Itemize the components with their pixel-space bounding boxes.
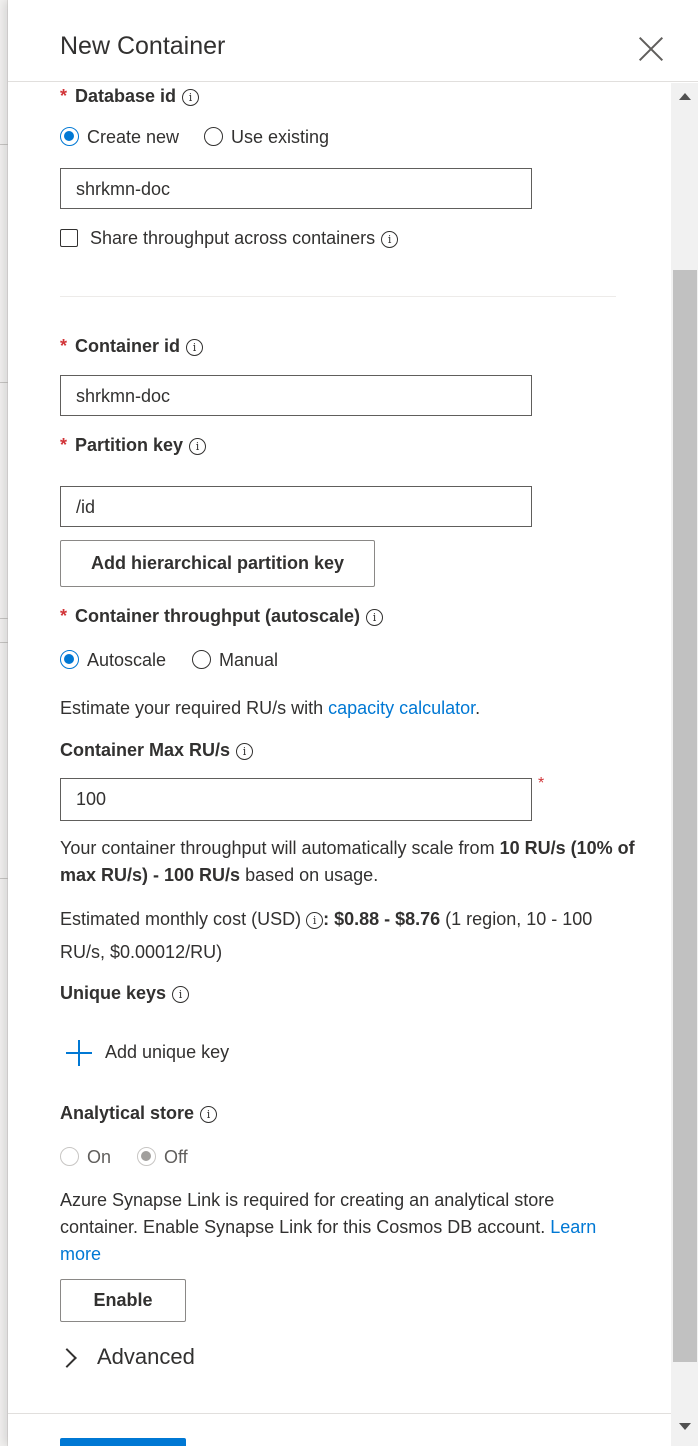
radio-label: Create new: [87, 127, 180, 147]
required-mark: *: [60, 606, 68, 626]
analytical-option-off[interactable]: Off: [137, 1147, 188, 1168]
advanced-toggle[interactable]: Advanced: [97, 1344, 195, 1370]
required-mark: *: [538, 775, 545, 792]
analytical-option-on[interactable]: On: [60, 1147, 111, 1168]
container-throughput-label: * Container throughput (autoscale) i: [60, 606, 384, 627]
container-id-input[interactable]: shrkmn-doc: [60, 375, 532, 416]
ok-button[interactable]: [60, 1438, 186, 1446]
unique-keys-label: Unique keys i: [60, 983, 190, 1004]
radio-checked-icon[interactable]: [137, 1147, 156, 1166]
info-icon[interactable]: i: [200, 1106, 218, 1123]
radio-label: On: [87, 1147, 112, 1167]
close-icon[interactable]: [638, 36, 664, 62]
database-id-text: Database id: [75, 86, 177, 106]
database-option-use-existing[interactable]: Use existing: [204, 127, 329, 148]
radio-checked-icon[interactable]: [60, 127, 79, 146]
add-unique-key-button[interactable]: Add unique key: [105, 1042, 229, 1063]
scrollbar-thumb[interactable]: [673, 270, 697, 1362]
info-icon[interactable]: i: [306, 912, 324, 929]
add-icon[interactable]: [66, 1040, 92, 1066]
radio-label: Off: [164, 1147, 188, 1167]
new-container-panel: New Container * Database id i Create new U…: [8, 0, 698, 1446]
scroll-down-icon[interactable]: [679, 1423, 691, 1430]
autoscale-description: Your container throughput will automatic…: [60, 838, 635, 885]
radio-icon[interactable]: [192, 650, 211, 669]
throughput-option-manual[interactable]: Manual: [192, 650, 278, 671]
info-icon[interactable]: i: [366, 609, 384, 626]
add-hierarchical-partition-key-button[interactable]: Add hierarchical partition key: [60, 540, 375, 587]
estimated-cost-text: Estimated monthly cost (USD) i: $0.88 - …: [60, 909, 593, 962]
database-id-label: * Database id i: [60, 86, 200, 107]
info-icon[interactable]: i: [381, 231, 399, 248]
checkbox-icon[interactable]: [60, 229, 78, 247]
capacity-calculator-link[interactable]: capacity calculator: [328, 698, 475, 718]
radio-icon[interactable]: [204, 127, 223, 146]
partition-key-label: * Partition key i: [60, 435, 207, 456]
max-rus-input[interactable]: 100: [60, 778, 532, 821]
container-throughput-text: Container throughput (autoscale): [75, 606, 361, 626]
container-max-rus-text: Container Max RU/s: [60, 740, 231, 760]
analytical-store-text: Analytical store: [60, 1103, 195, 1123]
partition-key-input[interactable]: /id: [60, 486, 532, 527]
estimate-text: Estimate your required RU/s with capacit…: [60, 698, 481, 718]
analytical-store-label: Analytical store i: [60, 1103, 218, 1124]
container-id-text: Container id: [75, 336, 181, 356]
scrollbar[interactable]: [671, 83, 698, 1446]
container-max-rus-label: Container Max RU/s i: [60, 740, 254, 761]
info-icon[interactable]: i: [189, 438, 207, 455]
panel-footer: [8, 1413, 671, 1446]
radio-label: Use existing: [231, 127, 330, 147]
synapse-link-notice: Azure Synapse Link is required for creat…: [60, 1190, 597, 1264]
radio-icon[interactable]: [60, 1147, 79, 1166]
panel-title: New Container: [60, 32, 226, 60]
scroll-up-icon[interactable]: [679, 93, 691, 100]
database-id-input[interactable]: shrkmn-doc: [60, 168, 532, 209]
info-icon[interactable]: i: [186, 339, 204, 356]
chevron-right-icon[interactable]: [57, 1348, 77, 1368]
info-icon[interactable]: i: [182, 89, 200, 106]
info-icon[interactable]: i: [236, 743, 254, 760]
section-divider: [60, 296, 616, 297]
info-icon[interactable]: i: [172, 986, 190, 1003]
checkbox-label: Share throughput across containers: [90, 228, 376, 248]
throughput-option-autoscale[interactable]: Autoscale: [60, 650, 166, 671]
panel-body: * Database id i Create new Use existing sh…: [8, 83, 698, 1413]
partition-key-text: Partition key: [75, 435, 184, 455]
radio-label: Autoscale: [87, 650, 167, 670]
radio-checked-icon[interactable]: [60, 650, 79, 669]
background-page: [0, 0, 8, 1446]
required-mark: *: [60, 435, 68, 455]
share-throughput-checkbox[interactable]: Share throughput across containers i: [60, 228, 399, 249]
unique-keys-text: Unique keys: [60, 983, 167, 1003]
radio-label: Manual: [219, 650, 279, 670]
container-id-label: * Container id i: [60, 336, 204, 357]
database-option-create-new[interactable]: Create new: [60, 127, 179, 148]
required-mark: *: [60, 336, 68, 356]
required-mark: *: [60, 86, 68, 106]
panel-header: New Container: [8, 0, 698, 82]
enable-button[interactable]: Enable: [60, 1279, 186, 1322]
